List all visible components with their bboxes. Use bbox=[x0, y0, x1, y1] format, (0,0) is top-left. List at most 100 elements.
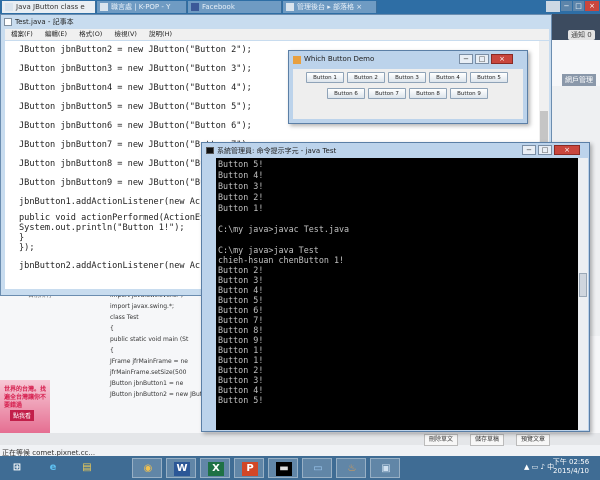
console-line: Button 5! bbox=[218, 395, 264, 405]
manage-link[interactable]: 網戶管理 bbox=[562, 74, 596, 86]
console-line: Button 1! bbox=[218, 355, 264, 365]
ie-icon: e bbox=[49, 462, 57, 473]
scrollbar-thumb[interactable] bbox=[579, 273, 587, 297]
windows-logo-icon: ⊞ bbox=[12, 462, 22, 473]
browser-tab-facebook[interactable]: Facebook bbox=[188, 1, 282, 13]
close-button[interactable]: × bbox=[554, 145, 580, 155]
taskbar-excel[interactable]: X bbox=[200, 458, 230, 478]
console-line: chieh-hsuan chenButton 1! bbox=[218, 255, 345, 265]
user-profile-icon[interactable] bbox=[546, 1, 560, 12]
close-icon[interactable]: × bbox=[585, 1, 599, 11]
console-line: Button 1! bbox=[218, 203, 264, 213]
tab-label: Facebook bbox=[202, 3, 235, 11]
button-9[interactable]: Button 9 bbox=[450, 88, 488, 99]
console-output[interactable]: Button 5! Button 4! Button 3! Button 2! … bbox=[216, 158, 578, 430]
browser-tab-kpop[interactable]: 職言處 | K-POP - Y bbox=[97, 1, 187, 13]
button-panel: Button 1 Button 2 Button 3 Button 4 Butt… bbox=[293, 69, 523, 119]
minimize-icon[interactable]: − bbox=[561, 1, 572, 11]
facebook-icon bbox=[191, 3, 199, 11]
taskbar-clock[interactable]: 下午 02:56 2015/4/10 bbox=[548, 458, 594, 476]
code-line: JButton jbnButton4 = new JButton("Button… bbox=[19, 83, 252, 93]
tab-favicon-icon bbox=[100, 3, 108, 11]
taskbar-window[interactable]: ▣ bbox=[370, 458, 400, 478]
button-5[interactable]: Button 5 bbox=[470, 72, 508, 83]
minimize-button[interactable]: − bbox=[522, 145, 536, 155]
button-7[interactable]: Button 7 bbox=[368, 88, 406, 99]
code-line: JButton jbnButton6 = new JButton("Button… bbox=[19, 121, 252, 131]
cmd-icon bbox=[206, 147, 214, 154]
editor-action-bar: 刪除草文 儲存草稿 預覽文章 bbox=[0, 433, 600, 446]
taskbar-cmd[interactable]: ▬ bbox=[268, 458, 298, 478]
button-3[interactable]: Button 3 bbox=[388, 72, 426, 83]
powerpoint-icon: P bbox=[242, 462, 258, 476]
taskbar-word[interactable]: W bbox=[166, 458, 196, 478]
taskbar-powerpoint[interactable]: P bbox=[234, 458, 264, 478]
explorer-icon: ▤ bbox=[82, 462, 92, 473]
code-line: JButton jbnButton5 = new JButton("Button… bbox=[19, 102, 252, 112]
console-line: Button 1! bbox=[218, 345, 264, 355]
delete-draft-button[interactable]: 刪除草文 bbox=[424, 434, 459, 446]
menu-view[interactable]: 檢視(V) bbox=[114, 30, 137, 38]
taskbar-ie[interactable]: e bbox=[38, 458, 68, 478]
notepad-icon: ▭ bbox=[313, 463, 323, 474]
notepad-title: Test.java - 記事本 bbox=[15, 18, 74, 26]
console-line: Button 4! bbox=[218, 285, 264, 295]
console-line: Button 5! bbox=[218, 159, 264, 169]
command-prompt-window: 系統管理員: 命令提示字元 - java Test − □ × Button 5… bbox=[201, 142, 590, 432]
which-button-demo-window: Which Button Demo − □ × Button 1 Button … bbox=[288, 50, 528, 124]
ad-button[interactable]: 點我看 bbox=[10, 410, 35, 421]
maximize-button[interactable]: □ bbox=[475, 54, 489, 64]
button-4[interactable]: Button 4 bbox=[429, 72, 467, 83]
menu-help[interactable]: 說明(H) bbox=[149, 30, 172, 38]
minimize-button[interactable]: − bbox=[459, 54, 473, 64]
console-line: Button 2! bbox=[218, 265, 264, 275]
console-line: Button 9! bbox=[218, 335, 264, 345]
button-1[interactable]: Button 1 bbox=[306, 72, 344, 83]
browser-tab-bar: Java JButton class e 職言處 | K-POP - Y Fac… bbox=[0, 0, 600, 14]
taskbar-explorer[interactable]: ▤ bbox=[72, 458, 102, 478]
window-title: 系統管理員: 命令提示字元 - java Test bbox=[217, 147, 337, 155]
preview-button[interactable]: 預覽文章 bbox=[516, 434, 551, 446]
console-line: Button 7! bbox=[218, 315, 264, 325]
code-line: JButton jbnButton8 = new JButton("Bu bbox=[19, 159, 206, 169]
notification-badge[interactable]: 通知 0 bbox=[568, 30, 595, 40]
ad-text: 世界的台灣。找遍全台灣讓你不要錯過 bbox=[4, 386, 47, 409]
browser-tab-admin[interactable]: 管理後台 ▸ 部落格 × bbox=[283, 1, 377, 13]
save-draft-button[interactable]: 儲存草稿 bbox=[470, 434, 505, 446]
button-8[interactable]: Button 8 bbox=[409, 88, 447, 99]
code-line: jbnButton2.addActionListener(new Ac bbox=[19, 261, 201, 271]
chrome-icon: ◉ bbox=[143, 463, 153, 474]
button-6[interactable]: Button 6 bbox=[327, 88, 365, 99]
browser-tab-java[interactable]: Java JButton class e bbox=[2, 1, 96, 13]
tab-label: Java JButton class e bbox=[16, 3, 85, 11]
menu-edit[interactable]: 編輯(E) bbox=[45, 30, 67, 38]
menu-format[interactable]: 格式(O) bbox=[79, 30, 102, 38]
close-button[interactable]: × bbox=[491, 54, 513, 64]
console-line: Button 3! bbox=[218, 275, 264, 285]
taskbar-java[interactable]: ♨ bbox=[336, 458, 366, 478]
console-line: Button 8! bbox=[218, 325, 264, 335]
menu-file[interactable]: 檔案(F) bbox=[11, 30, 33, 38]
maximize-icon[interactable]: □ bbox=[573, 1, 584, 11]
windows-taskbar: ⊞ e ▤ ◉ W X P ▬ ▭ ♨ ▣ bbox=[0, 456, 600, 480]
console-line: C:\my java>java Test bbox=[218, 245, 319, 255]
window-icon: ▣ bbox=[381, 463, 391, 474]
taskbar-chrome[interactable]: ◉ bbox=[132, 458, 162, 478]
code-line: } bbox=[19, 233, 25, 243]
maximize-button[interactable]: □ bbox=[538, 145, 552, 155]
excel-icon: X bbox=[208, 462, 224, 476]
console-line: Button 4! bbox=[218, 385, 264, 395]
code-line: JButton jbnButton9 = new JButton("Bu bbox=[19, 178, 206, 188]
code-line: System.out.println("Button 1!"); bbox=[19, 223, 185, 233]
clock-time: 下午 02:56 bbox=[552, 458, 590, 466]
taskbar-notepad[interactable]: ▭ bbox=[302, 458, 332, 478]
console-line: Button 3! bbox=[218, 181, 264, 191]
console-scrollbar[interactable] bbox=[578, 158, 588, 430]
code-line: JButton jbnButton2 = new JButton("Button… bbox=[19, 45, 252, 55]
console-line: Button 2! bbox=[218, 192, 264, 202]
console-line: Button 2! bbox=[218, 365, 264, 375]
notepad-menubar: 檔案(F) 編輯(E) 格式(O) 檢視(V) 說明(H) bbox=[5, 29, 549, 40]
button-2[interactable]: Button 2 bbox=[347, 72, 385, 83]
tab-label: 職言處 | K-POP - Y bbox=[111, 3, 171, 11]
start-button[interactable]: ⊞ bbox=[2, 458, 32, 478]
